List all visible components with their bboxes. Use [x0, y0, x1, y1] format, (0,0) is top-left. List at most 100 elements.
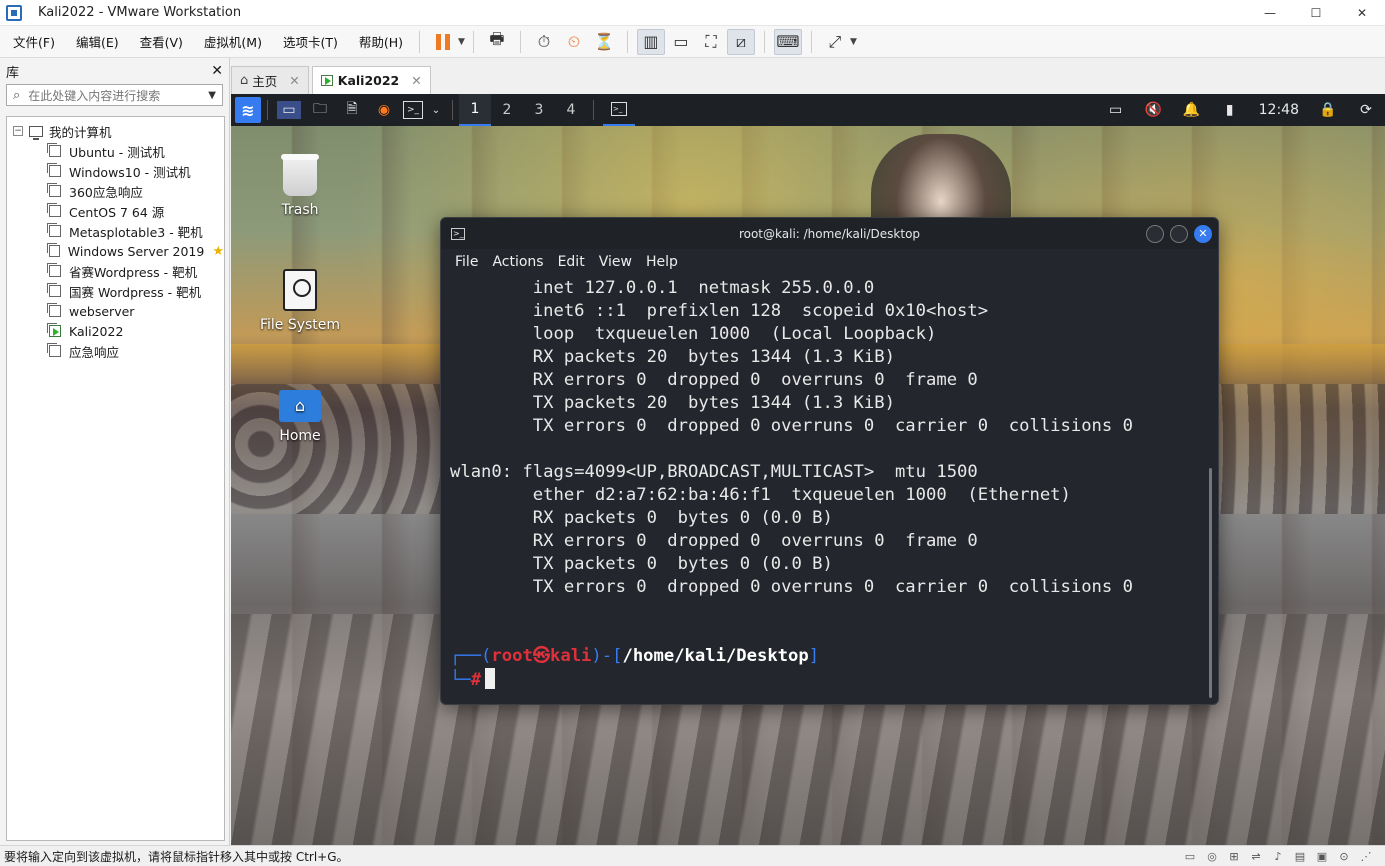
- tree-item-vm[interactable]: Ubuntu - 测试机: [7, 141, 224, 161]
- terminal-output[interactable]: inet 127.0.0.1 netmask 255.0.0.0 inet6 :…: [441, 275, 1218, 692]
- tree-item-vm[interactable]: Windows10 - 测试机: [7, 161, 224, 181]
- library-close-button[interactable]: ✕: [211, 63, 223, 79]
- network-adapter-icon[interactable]: ⊞: [1223, 850, 1245, 863]
- library-search-input[interactable]: ⌕ 在此处键入内容进行搜索 ▼: [6, 84, 223, 106]
- pause-vm-button[interactable]: [429, 29, 457, 55]
- prompt-user: root: [491, 646, 533, 666]
- take-snapshot-button[interactable]: ⏱: [530, 29, 558, 55]
- menu-file[interactable]: 文件(F): [0, 32, 63, 51]
- library-header: 库 ✕: [0, 58, 229, 84]
- terminal-window[interactable]: >_ root@kali: /home/kali/Desktop ✕ File …: [440, 217, 1219, 705]
- collapse-icon[interactable]: −: [13, 126, 23, 136]
- library-panel: 库 ✕ ⌕ 在此处键入内容进行搜索 ▼ − 我的计算机 Ubuntu - 测试机…: [0, 58, 230, 845]
- terminal-line: TX errors 0 dropped 0 overruns 0 carrier…: [450, 416, 1133, 436]
- revert-snapshot-button[interactable]: ⏲: [560, 29, 588, 55]
- tree-item-vm[interactable]: 国赛 Wordpress - 靶机: [7, 281, 224, 301]
- desktop-icon-trash[interactable]: Trash: [250, 154, 350, 218]
- tree-item-vm[interactable]: webserver: [7, 301, 224, 321]
- text-editor-icon[interactable]: 🗎: [339, 98, 365, 122]
- tree-item-vm[interactable]: Metasplotable3 - 靶机: [7, 221, 224, 241]
- workspace-4[interactable]: 4: [555, 94, 587, 126]
- resize-grip-icon[interactable]: ⋰: [1355, 850, 1377, 863]
- volume-muted-icon[interactable]: 🔇: [1141, 98, 1167, 122]
- prompt-bracket-close: ]: [808, 646, 820, 666]
- file-manager-icon[interactable]: 🗀: [307, 98, 333, 122]
- desktop-icon-home[interactable]: ⌂ Home: [250, 390, 350, 444]
- tree-item-vm[interactable]: 应急响应: [7, 341, 224, 361]
- stretch-guest-button[interactable]: ⤢: [821, 29, 849, 55]
- battery-icon[interactable]: ▮: [1217, 98, 1243, 122]
- display-status-icon[interactable]: ▣: [1311, 850, 1333, 863]
- display-icon[interactable]: ▭: [1103, 98, 1129, 122]
- tree-item-vm-running[interactable]: Kali2022: [7, 321, 224, 341]
- panel-separator: [593, 100, 594, 120]
- menu-edit[interactable]: 编辑(E): [63, 32, 127, 51]
- terminal-menu-file[interactable]: File: [455, 254, 478, 270]
- terminal-minimize-button[interactable]: [1146, 224, 1164, 243]
- sound-card-icon[interactable]: ♪: [1267, 850, 1289, 863]
- notifications-bell-icon[interactable]: 🔔: [1179, 98, 1205, 122]
- terminal-scrollbar[interactable]: [1209, 468, 1212, 698]
- firefox-icon[interactable]: ◉: [371, 98, 397, 122]
- thumbnail-bar-button[interactable]: ▭: [667, 29, 695, 55]
- terminal-menu-view[interactable]: View: [599, 254, 632, 270]
- tab-close-icon[interactable]: ✕: [411, 73, 421, 88]
- show-library-button[interactable]: ▥: [636, 28, 665, 55]
- desktop-icon-label: Trash: [281, 202, 319, 218]
- terminal-launcher-icon[interactable]: >_: [403, 101, 423, 119]
- panel-separator: [452, 100, 453, 120]
- tab-home[interactable]: ⌂ 主页 ✕: [231, 66, 309, 94]
- trash-icon: [281, 154, 319, 196]
- cd-rom-icon[interactable]: ◎: [1201, 850, 1223, 863]
- power-dropdown-icon[interactable]: ▼: [458, 37, 465, 47]
- console-view-button[interactable]: ⌨: [773, 28, 802, 55]
- usb-device-icon[interactable]: ⇌: [1245, 850, 1267, 863]
- terminal-menu-edit[interactable]: Edit: [558, 254, 585, 270]
- launcher-dropdown-icon[interactable]: ⌄: [429, 98, 443, 122]
- terminal-maximize-button[interactable]: [1170, 224, 1188, 243]
- workspace-1[interactable]: 1: [459, 94, 491, 126]
- printer-icon[interactable]: ▤: [1289, 850, 1311, 863]
- tab-kali2022[interactable]: Kali2022 ✕: [311, 66, 431, 94]
- tree-item-vm[interactable]: 省赛Wordpress - 靶机: [7, 261, 224, 281]
- menu-tabs[interactable]: 选项卡(T): [270, 32, 346, 51]
- menu-help[interactable]: 帮助(H): [346, 32, 411, 51]
- toolbar-separator: [472, 30, 474, 53]
- vm-name: Windows10 - 测试机: [69, 164, 191, 180]
- menu-view[interactable]: 查看(V): [127, 32, 191, 51]
- hard-disk-icon[interactable]: ▭: [1179, 850, 1201, 863]
- unity-button[interactable]: ⧄: [726, 28, 755, 55]
- terminal-title-bar[interactable]: >_ root@kali: /home/kali/Desktop ✕: [441, 218, 1218, 249]
- desktop-icon-label: File System: [259, 317, 341, 333]
- terminal-menu-actions[interactable]: Actions: [492, 254, 543, 270]
- tree-item-vm[interactable]: CentOS 7 64 源: [7, 201, 224, 221]
- tab-close-icon[interactable]: ✕: [289, 73, 299, 88]
- vm-console[interactable]: ≋ ▭ 🗀 🗎 ◉ >_ ⌄ 1 2 3 4 >_ ▭ 🔇 🔔 ▮ 12:48 …: [231, 94, 1385, 845]
- vm-icon: [47, 183, 61, 197]
- full-screen-button[interactable]: ⛶: [697, 29, 725, 55]
- tree-item-vm[interactable]: Windows Server 2019 ★: [7, 241, 224, 261]
- menu-vm[interactable]: 虚拟机(M): [191, 32, 270, 51]
- show-desktop-icon[interactable]: ▭: [277, 101, 301, 119]
- workspace-2[interactable]: 2: [491, 94, 523, 126]
- snapshot-manager-button[interactable]: ⏳: [590, 29, 618, 55]
- running-vm-icon: [320, 75, 333, 86]
- workspace-3[interactable]: 3: [523, 94, 555, 126]
- stretch-dropdown-icon[interactable]: ▼: [850, 37, 857, 47]
- lock-screen-icon[interactable]: 🔒: [1315, 98, 1341, 122]
- close-button[interactable]: ✕: [1339, 0, 1385, 26]
- minimize-button[interactable]: —: [1247, 0, 1293, 26]
- send-ctrl-alt-del-button[interactable]: 🖶: [483, 29, 511, 55]
- terminal-menu-help[interactable]: Help: [646, 254, 678, 270]
- taskbar-terminal-window-icon[interactable]: >_: [603, 94, 635, 126]
- kali-menu-icon[interactable]: ≋: [235, 97, 261, 123]
- maximize-button[interactable]: ☐: [1293, 0, 1339, 26]
- tree-item-vm[interactable]: 360应急响应: [7, 181, 224, 201]
- message-log-icon[interactable]: ⊙: [1333, 850, 1355, 863]
- tree-root-my-computer[interactable]: − 我的计算机: [7, 121, 224, 141]
- panel-clock[interactable]: 12:48: [1259, 102, 1299, 118]
- search-dropdown-icon[interactable]: ▼: [208, 90, 216, 101]
- terminal-close-button[interactable]: ✕: [1194, 224, 1212, 243]
- desktop-icon-file-system[interactable]: File System: [250, 269, 350, 333]
- logout-icon[interactable]: ⟳: [1353, 98, 1379, 122]
